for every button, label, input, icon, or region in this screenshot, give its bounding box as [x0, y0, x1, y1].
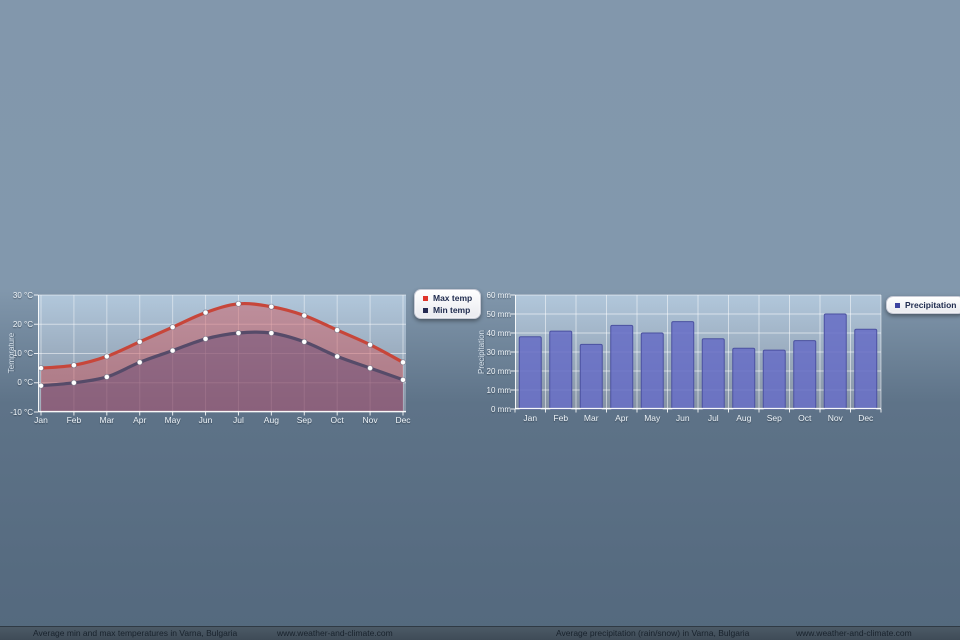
x-tick-label: Oct	[789, 413, 821, 423]
max-temp-point[interactable]	[71, 363, 76, 368]
min-temp-point[interactable]	[367, 366, 372, 371]
precipitation-bar[interactable]	[794, 341, 816, 409]
precipitation-bar[interactable]	[641, 333, 663, 409]
x-tick-label: Aug	[728, 413, 760, 423]
legend-swatch	[423, 296, 428, 301]
max-temp-point[interactable]	[269, 304, 274, 309]
footer-left-url[interactable]: www.weather-and-climate.com	[277, 627, 393, 640]
x-tick-label: Jan	[25, 415, 57, 425]
min-temp-point[interactable]	[203, 336, 208, 341]
x-tick-label: Jul	[222, 415, 254, 425]
x-tick-label: Sep	[288, 415, 320, 425]
precipitation-bar[interactable]	[855, 329, 877, 409]
x-tick-label: Mar	[575, 413, 607, 423]
min-temp-point[interactable]	[269, 330, 274, 335]
x-tick-label: Aug	[255, 415, 287, 425]
precipitation-bar[interactable]	[702, 339, 724, 409]
x-tick-label: Dec	[387, 415, 419, 425]
y-tick-label: 10 °C	[0, 349, 33, 358]
min-temp-point[interactable]	[137, 360, 142, 365]
x-tick-label: Nov	[819, 413, 851, 423]
y-tick-label: 20 °C	[0, 320, 33, 329]
min-temp-point[interactable]	[302, 339, 307, 344]
x-tick-label: Jun	[667, 413, 699, 423]
y-tick-label: 50 mm	[463, 310, 511, 319]
precipitation-plot-area	[515, 295, 881, 409]
min-temp-point[interactable]	[104, 374, 109, 379]
footer-bar: Average min and max temperatures in Varn…	[0, 626, 960, 640]
min-temp-point[interactable]	[236, 330, 241, 335]
precipitation-bar[interactable]	[824, 314, 846, 409]
x-tick-label: Sep	[758, 413, 790, 423]
x-tick-label: Dec	[850, 413, 882, 423]
max-temp-point[interactable]	[137, 339, 142, 344]
x-tick-label: May	[636, 413, 668, 423]
y-tick-label: 30 °C	[0, 291, 33, 300]
legend-label: Precipitation	[905, 301, 956, 309]
legend-swatch	[895, 303, 900, 308]
max-temp-point[interactable]	[302, 313, 307, 318]
y-tick-label: 0 °C	[0, 378, 33, 387]
precipitation-bar[interactable]	[580, 344, 602, 409]
max-temp-point[interactable]	[203, 310, 208, 315]
footer-right-title: Average precipitation (rain/snow) in Var…	[556, 627, 749, 640]
precipitation-bar[interactable]	[519, 337, 541, 409]
x-tick-label: Apr	[606, 413, 638, 423]
legend-item-precipitation[interactable]: Precipitation	[895, 301, 956, 309]
x-tick-label: Mar	[91, 415, 123, 425]
max-temp-point[interactable]	[400, 360, 405, 365]
x-tick-label: Feb	[58, 415, 90, 425]
min-temp-point[interactable]	[38, 383, 43, 388]
min-temp-point[interactable]	[400, 377, 405, 382]
min-temp-point[interactable]	[71, 380, 76, 385]
max-temp-point[interactable]	[236, 301, 241, 306]
x-tick-label: Jun	[190, 415, 222, 425]
max-temp-point[interactable]	[335, 328, 340, 333]
footer-right-url[interactable]: www.weather-and-climate.com	[796, 627, 912, 640]
precipitation-bar[interactable]	[763, 350, 785, 409]
x-tick-label: Jul	[697, 413, 729, 423]
y-tick-label: 0 mm	[463, 405, 511, 414]
temperature-plot-area	[38, 295, 406, 412]
y-tick-label: 60 mm	[463, 291, 511, 300]
y-tick-label: 40 mm	[463, 329, 511, 338]
precipitation-bar[interactable]	[672, 322, 694, 409]
precipitation-legend: Precipitation	[886, 296, 960, 314]
footer-left-title: Average min and max temperatures in Varn…	[33, 627, 237, 640]
y-tick-label: 30 mm	[463, 348, 511, 357]
max-temp-point[interactable]	[367, 342, 372, 347]
max-temp-point[interactable]	[170, 325, 175, 330]
x-tick-label: Jan	[514, 413, 546, 423]
legend-swatch	[423, 308, 428, 313]
y-tick-label: 10 mm	[463, 386, 511, 395]
precipitation-bar[interactable]	[611, 325, 633, 409]
min-temp-point[interactable]	[170, 348, 175, 353]
max-temp-point[interactable]	[38, 366, 43, 371]
y-tick-label: 20 mm	[463, 367, 511, 376]
max-temp-point[interactable]	[104, 354, 109, 359]
precipitation-bar[interactable]	[733, 348, 755, 409]
precipitation-bar[interactable]	[550, 331, 572, 409]
x-tick-label: Feb	[545, 413, 577, 423]
x-tick-label: Nov	[354, 415, 386, 425]
min-temp-point[interactable]	[335, 354, 340, 359]
x-tick-label: May	[157, 415, 189, 425]
x-tick-label: Apr	[124, 415, 156, 425]
x-tick-label: Oct	[321, 415, 353, 425]
